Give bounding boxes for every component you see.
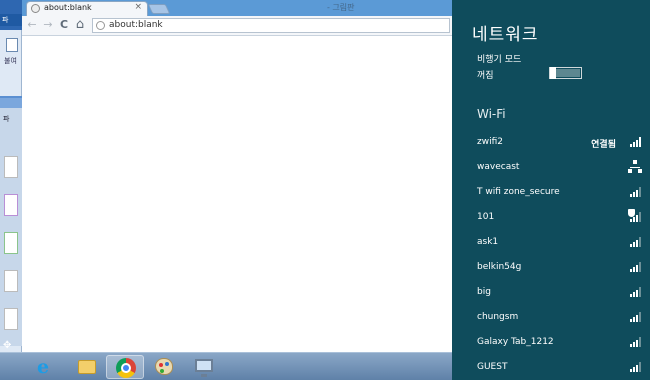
browser-toolbar: ← → C ⌂ about:blank xyxy=(22,16,452,36)
taskbar-paint[interactable] xyxy=(145,355,183,379)
signal-icon xyxy=(628,262,642,272)
chrome-icon xyxy=(116,358,136,378)
chrome-window: about:blank × - 그림판 ← → C ⌂ about:blank xyxy=(22,0,452,352)
taskbar-internet-explorer[interactable]: e xyxy=(28,355,66,379)
network-ssid: Galaxy Tab_1212 xyxy=(477,337,554,347)
adhoc-network-icon xyxy=(628,160,642,173)
paint-file-menu[interactable]: 파 xyxy=(0,14,22,26)
signal-icon xyxy=(628,362,642,372)
move-icon: ✥ xyxy=(3,340,12,351)
wifi-network-item[interactable]: wavecast xyxy=(477,160,642,176)
taskbar-remote-desktop[interactable] xyxy=(185,355,223,379)
toggle-track xyxy=(555,69,580,77)
wifi-network-item[interactable]: chungsm xyxy=(477,312,642,326)
document-icon xyxy=(6,38,18,52)
shield-icon xyxy=(628,209,635,217)
taskbar-file-explorer[interactable] xyxy=(68,355,106,379)
paint-palette-icon xyxy=(155,358,173,375)
network-ssid: big xyxy=(477,287,491,297)
wifi-section-header: Wi-Fi xyxy=(477,107,506,121)
thumbnail xyxy=(4,194,18,216)
address-bar[interactable]: about:blank xyxy=(92,18,450,33)
tab-strip: about:blank × - 그림판 xyxy=(22,0,452,16)
page-content[interactable] xyxy=(22,37,452,352)
wifi-network-item[interactable]: T wifi zone_secure xyxy=(477,187,642,201)
background-window-title: - 그림판 xyxy=(327,3,355,12)
network-ssid: wavecast xyxy=(477,162,520,172)
signal-icon xyxy=(628,337,642,347)
wifi-network-item[interactable]: 101 xyxy=(477,209,642,226)
network-ssid: T wifi zone_secure xyxy=(477,187,560,197)
wifi-network-item[interactable]: ask1 xyxy=(477,237,642,251)
url-text: about:blank xyxy=(109,20,163,30)
network-flyout: 네트워크 비행기 모드 꺼짐 Wi-Fi zwifi2 연결됨 wavecast T … xyxy=(452,0,650,380)
signal-icon xyxy=(628,237,642,247)
open-network-shield-icon xyxy=(628,209,642,222)
network-ssid: 101 xyxy=(477,212,495,222)
wifi-network-item[interactable]: belkin54g xyxy=(477,262,642,276)
toggle-knob[interactable] xyxy=(550,67,556,79)
wifi-network-item[interactable]: zwifi2 연결됨 xyxy=(477,137,642,151)
background-second-window[interactable]: 파 xyxy=(0,96,22,346)
signal-icon xyxy=(628,137,642,147)
wifi-network-item[interactable]: big xyxy=(477,287,642,301)
page-icon xyxy=(96,21,105,30)
background-window-titlebar: 파 xyxy=(0,0,22,30)
second-window-menu[interactable]: 파 xyxy=(3,114,9,124)
network-ssid: belkin54g xyxy=(477,262,522,272)
forward-button[interactable]: → xyxy=(41,18,55,32)
taskbar-chrome[interactable] xyxy=(106,355,144,379)
thumbnail xyxy=(4,308,18,330)
monitor-icon xyxy=(195,359,213,377)
signal-icon xyxy=(628,287,642,297)
paste-label: 불여 xyxy=(4,57,17,65)
network-ssid: zwifi2 xyxy=(477,137,503,147)
tab-title: about:blank xyxy=(44,3,92,12)
taskbar: e xyxy=(0,352,452,380)
network-ssid: chungsm xyxy=(477,312,519,322)
home-button[interactable]: ⌂ xyxy=(73,18,87,32)
tab-close-icon[interactable]: × xyxy=(134,2,142,12)
network-ssid: GUEST xyxy=(477,362,508,372)
thumbnail xyxy=(4,232,18,254)
airplane-mode-state: 꺼짐 xyxy=(477,71,494,81)
thumbnail xyxy=(4,270,18,292)
new-tab-button[interactable] xyxy=(147,4,171,14)
wifi-network-item[interactable]: GUEST xyxy=(477,362,642,376)
wifi-network-item[interactable]: Galaxy Tab_1212 xyxy=(477,337,642,351)
airplane-mode-toggle[interactable] xyxy=(549,67,582,79)
panel-title: 네트워크 xyxy=(472,25,539,45)
internet-explorer-icon: e xyxy=(37,356,50,378)
reload-button[interactable]: C xyxy=(57,18,71,32)
page-favicon-icon xyxy=(31,4,40,13)
thumbnail xyxy=(4,156,18,178)
signal-icon xyxy=(628,312,642,322)
second-window-titlebar xyxy=(0,98,22,108)
back-button[interactable]: ← xyxy=(25,18,39,32)
tab-about-blank[interactable]: about:blank × xyxy=(26,1,148,16)
network-ssid: ask1 xyxy=(477,237,499,247)
signal-icon xyxy=(628,187,642,197)
connection-status: 연결됨 xyxy=(591,140,616,150)
folder-icon xyxy=(78,360,96,374)
airplane-mode-label: 비행기 모드 xyxy=(477,55,522,65)
